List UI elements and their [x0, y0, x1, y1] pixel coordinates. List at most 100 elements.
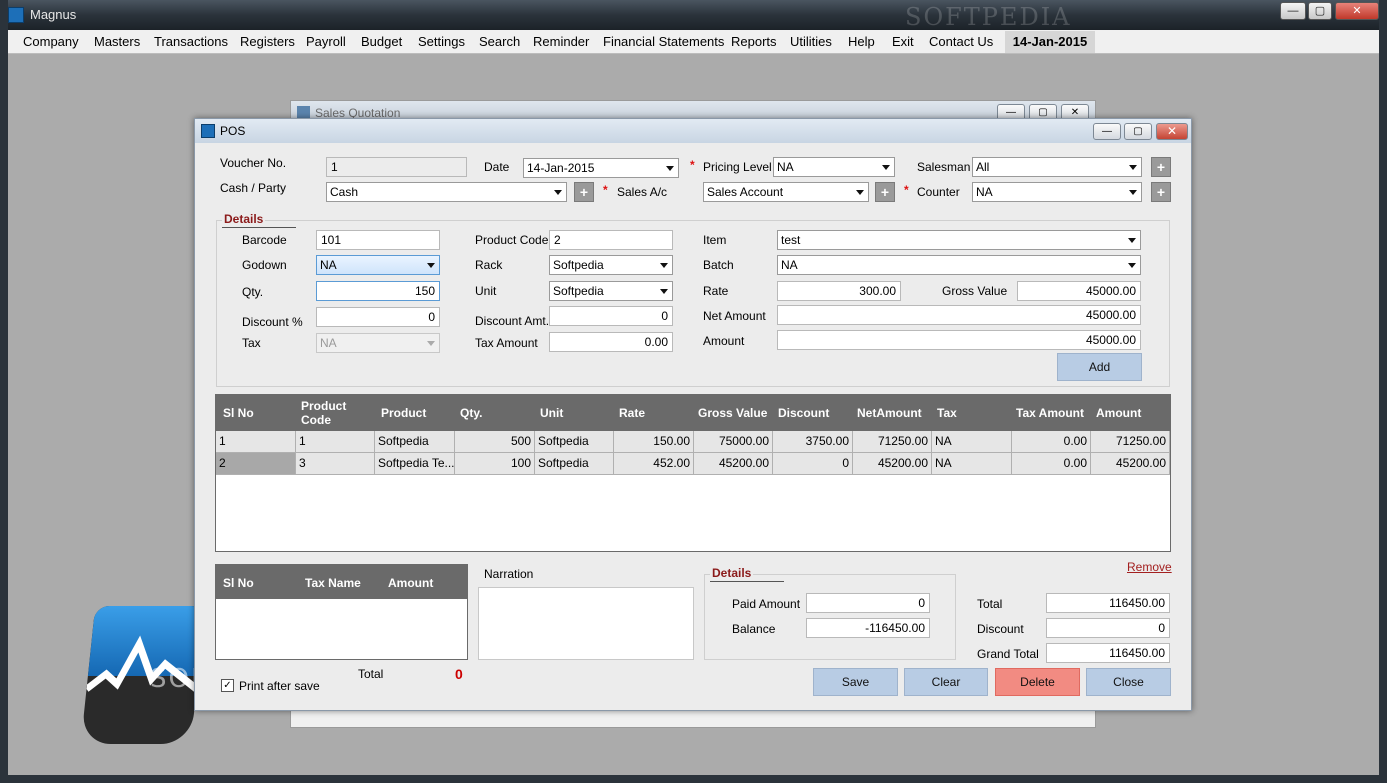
add-button[interactable]: Add [1057, 353, 1142, 381]
amount-label: Amount [703, 334, 745, 348]
menu-payroll[interactable]: Payroll [306, 34, 346, 49]
menu-exit[interactable]: Exit [892, 34, 914, 49]
menu-company[interactable]: Company [23, 34, 79, 49]
grand-total-field: 116450.00 [1046, 643, 1170, 663]
col-rate: Rate [619, 406, 646, 420]
narration-textarea[interactable] [478, 587, 694, 660]
product-code-input[interactable]: 2 [549, 230, 673, 250]
minimize-button[interactable]: — [1280, 2, 1306, 20]
table-row[interactable]: 1 1 Softpedia 500 Softpedia 150.00 75000… [216, 431, 1170, 453]
col-qty: Qty. [460, 406, 483, 420]
unit-select[interactable]: Softpedia [549, 281, 673, 301]
col-gross-value: Gross Value [698, 406, 768, 420]
qty-input[interactable]: 150 [316, 281, 440, 301]
cell-amount: 45200.00 [1091, 453, 1170, 475]
pricing-level-select[interactable]: NA [773, 157, 895, 177]
menu-registers[interactable]: Registers [240, 34, 295, 49]
tax-total-value: 0 [455, 666, 463, 682]
clear-button[interactable]: Clear [904, 668, 988, 696]
gross-value-label: Gross Value [942, 284, 1008, 298]
rate-label: Rate [703, 284, 729, 298]
tax-amount-field: 0.00 [549, 332, 673, 352]
tax-grid-header: Sl No Tax Name Amount [216, 565, 467, 599]
cell-product: Softpedia [375, 431, 455, 453]
col-tax: Tax [937, 406, 957, 420]
pos-minimize-button[interactable]: — [1093, 123, 1121, 140]
save-button[interactable]: Save [813, 668, 898, 696]
discount-percent-label: Discount % [242, 315, 303, 329]
menu-settings[interactable]: Settings [418, 34, 465, 49]
discount-total-input[interactable]: 0 [1046, 618, 1170, 638]
cash-party-label: Cash / Party [220, 181, 287, 195]
sales-account-select[interactable]: Sales Account [703, 182, 869, 202]
add-party-button[interactable]: + [574, 182, 594, 202]
restore-button[interactable]: ▢ [1308, 2, 1332, 20]
rate-input[interactable]: 300.00 [777, 281, 901, 301]
menu-contact-us[interactable]: Contact Us [929, 34, 993, 49]
unit-label: Unit [475, 284, 497, 298]
items-grid-header: Sl No Product Code Product Qty. Unit Rat… [216, 395, 1170, 431]
paid-amount-input[interactable]: 0 [806, 593, 930, 613]
barcode-label: Barcode [242, 233, 287, 247]
table-row[interactable]: 2 3 Softpedia Te... 100 Softpedia 452.00… [216, 453, 1170, 475]
cash-party-select[interactable]: Cash [326, 182, 567, 202]
add-counter-button[interactable]: + [1151, 182, 1171, 202]
qty-label: Qty. [242, 285, 264, 299]
col-product-code: Product Code [301, 399, 347, 427]
godown-label: Godown [242, 258, 287, 272]
menu-utilities[interactable]: Utilities [790, 34, 832, 49]
menu-reports[interactable]: Reports [731, 34, 777, 49]
app-close-button[interactable]: ✕ [1335, 2, 1379, 20]
narration-label: Narration [484, 567, 534, 581]
item-select[interactable]: test [777, 230, 1141, 250]
menu-bar: Company Masters Transactions Registers P… [8, 30, 1379, 54]
app-titlebar: Magnus SOFTPEDIA — ▢ ✕ [0, 0, 1387, 31]
payment-details-group [704, 574, 956, 660]
menu-transactions[interactable]: Transactions [154, 34, 228, 49]
discount-amt-label: Discount Amt. [475, 314, 550, 328]
rack-select[interactable]: Softpedia [549, 255, 673, 275]
menu-financial-statements[interactable]: Financial Statements [603, 34, 724, 49]
pos-close-button[interactable]: ✕ [1156, 123, 1188, 140]
cell-gross-value: 75000.00 [694, 431, 773, 453]
cell-rate: 452.00 [614, 453, 694, 475]
cell-qty: 100 [455, 453, 535, 475]
add-sales-account-button[interactable]: + [875, 182, 895, 202]
counter-select[interactable]: NA [972, 182, 1142, 202]
salesman-select[interactable]: All [972, 157, 1142, 177]
counter-label: Counter [917, 185, 960, 199]
balance-field: -116450.00 [806, 618, 930, 638]
col-unit: Unit [540, 406, 564, 420]
net-amount-label: Net Amount [703, 309, 766, 323]
print-after-save-checkbox[interactable]: ✓ [221, 679, 234, 692]
menu-budget[interactable]: Budget [361, 34, 402, 49]
salesman-label: Salesman [917, 160, 971, 174]
rack-label: Rack [475, 258, 503, 272]
menu-masters[interactable]: Masters [94, 34, 140, 49]
close-button[interactable]: Close [1086, 668, 1171, 696]
tax-amount-label: Tax Amount [475, 336, 538, 350]
menu-search[interactable]: Search [479, 34, 520, 49]
menu-help[interactable]: Help [848, 34, 875, 49]
discount-percent-input[interactable]: 0 [316, 307, 440, 327]
cell-net-amount: 71250.00 [853, 431, 932, 453]
date-picker[interactable]: 14-Jan-2015 [523, 158, 679, 178]
barcode-input[interactable]: 101 [316, 230, 440, 250]
add-salesman-button[interactable]: + [1151, 157, 1171, 177]
pos-restore-button[interactable]: ▢ [1124, 123, 1152, 140]
grand-total-label: Grand Total [977, 647, 1039, 661]
required-mark: * [603, 183, 608, 197]
menu-reminder[interactable]: Reminder [533, 34, 589, 49]
batch-label: Batch [703, 258, 734, 272]
cell-discount: 3750.00 [773, 431, 853, 453]
cell-tax: NA [932, 453, 1012, 475]
pricing-level-label: Pricing Level [703, 160, 772, 174]
remove-link[interactable]: Remove [1127, 560, 1172, 574]
payment-details-title: Details [710, 566, 784, 582]
godown-select[interactable]: NA [316, 255, 440, 275]
discount-amt-input[interactable]: 0 [549, 306, 673, 326]
tax-select[interactable]: NA [316, 333, 440, 353]
voucher-label: Voucher No. [220, 156, 287, 170]
delete-button[interactable]: Delete [995, 668, 1080, 696]
batch-select[interactable]: NA [777, 255, 1141, 275]
